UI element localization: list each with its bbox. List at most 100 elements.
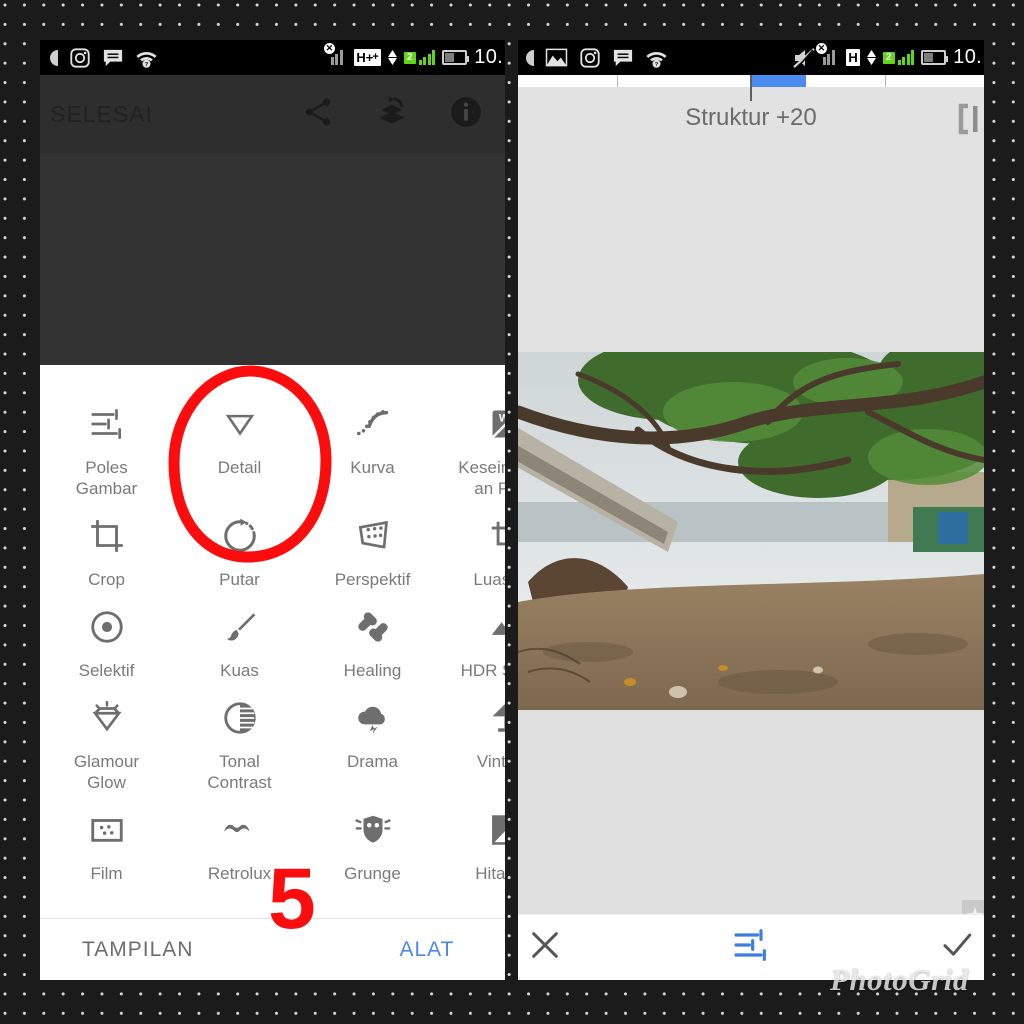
tool-perspektif[interactable]: Perspektif [306,499,439,590]
share-icon[interactable] [301,95,335,134]
photo-illustration [518,352,984,710]
tool-label: Keseimbang an Putih [458,458,505,498]
tool-healing[interactable]: Healing [306,590,439,681]
h-network-icon: H [846,49,860,66]
partial-circle-icon [526,49,534,66]
selective-icon [40,604,173,650]
data-transfer-icon [866,50,876,65]
close-x-icon[interactable] [528,928,562,967]
adjustment-title: Struktur +20 [685,104,817,131]
hdr-icon [439,604,505,650]
screenshot-panel-right: Struktur +20 ? ✕ H 2 10. [518,40,984,980]
tool-label: Glamour Glow [73,752,140,792]
instagram-icon [580,47,600,68]
wifi-question-icon: ? [646,51,667,68]
sliders-icon[interactable] [731,925,771,970]
tool-row: Selektif Kuas Healing HDR [40,590,505,681]
signal-x-icon: ✕ [323,43,348,65]
sim-slot-badge: 2 [882,51,895,64]
tool-hdr-scape[interactable]: HDR Scape [439,590,505,681]
grunge-icon [306,807,439,853]
tool-poles-gambar[interactable]: Poles Gambar [40,387,173,499]
slider-fill [750,75,806,87]
tool-label: Film [90,864,123,883]
tab-alat[interactable]: ALAT [399,938,454,962]
tool-putar[interactable]: Putar [173,499,306,590]
tool-grunge[interactable]: Grunge [306,793,439,884]
tool-kurva[interactable]: Kurva [306,387,439,499]
tool-kuas[interactable]: Kuas [173,590,306,681]
editor-background-upper [518,149,984,352]
svg-text:?: ? [145,61,149,67]
brush-icon [173,604,306,650]
tool-label: Perspektif [334,570,411,589]
tonal-contrast-icon [173,695,306,741]
network-label: H [848,50,858,65]
sim2-signal-icon [897,50,915,65]
tool-label: Crop [88,570,125,589]
tool-label: Drama [346,752,398,771]
data-transfer-icon [387,50,397,65]
healing-icon [306,604,439,650]
photo-preview [518,352,984,710]
tool-keseimbangan-putih[interactable]: W B Keseimbang an Putih [439,387,505,499]
svg-text:W: W [498,413,505,425]
tool-label: Hitam & [475,864,505,883]
wifi-question-icon: ? [136,51,157,68]
network-label: H+ [356,50,374,65]
retrolux-icon [173,807,306,853]
tool-label: Kuas [220,661,259,680]
partial-circle-icon [50,49,58,66]
tool-vintage[interactable]: Vintage [439,681,505,793]
status-bar-right-icons: ✕ H+ + 2 10. [323,43,505,69]
tool-label: Kurva [350,458,395,477]
tool-label: Grunge [344,864,401,883]
tool-selektif[interactable]: Selektif [40,590,173,681]
tool-label: HDR Scape [460,661,505,680]
done-button-label[interactable]: SELESAI [50,101,153,128]
compare-brackets-icon[interactable] [952,103,982,140]
tool-label: Luaskan [473,570,505,589]
photogrid-watermark: PhotoGrid [830,962,969,997]
tool-row: Crop Putar Perspektif Lua [40,499,505,590]
tool-drama[interactable]: Drama [306,681,439,793]
tool-luaskan[interactable]: Luaskan [439,499,505,590]
tool-label: Putar [219,570,260,589]
annotation-step-number-5: 5 [268,851,316,947]
crop-icon [40,513,173,559]
tool-film[interactable]: Film [40,793,173,884]
message-icon [613,49,633,66]
info-icon[interactable] [449,95,483,134]
tool-tonal-contrast[interactable]: Tonal Contrast [173,681,306,793]
undo-stack-icon[interactable] [375,95,409,134]
hplus-network-icon: H+ + [354,49,381,66]
sim-slot-badge: 2 [403,51,416,64]
glamour-glow-icon [40,695,173,741]
tab-tampilan[interactable]: TAMPILAN [82,938,193,962]
perspective-icon [306,513,439,559]
sliders-icon [40,401,173,447]
status-bar-left: ? ✕ H+ + 2 10. [40,40,505,75]
sim2-signal-icon [418,50,436,65]
status-bar-left-icons: ? [518,47,668,69]
tool-glamour-glow[interactable]: Glamour Glow [40,681,173,793]
tool-hitam-putih[interactable]: Hitam & [439,793,505,884]
drama-cloud-icon [306,695,439,741]
black-white-icon [439,807,505,853]
tool-grid: Poles Gambar Detail Kurva Kesei an P Cro… [40,365,505,918]
editor-preview-area-left: SELESAI [40,75,505,365]
instagram-icon [70,47,90,68]
battery-icon [921,50,949,65]
signal-x-icon: ✕ [815,43,840,65]
rotate-icon [173,513,306,559]
tool-crop[interactable]: Crop [40,499,173,590]
tool-detail[interactable]: Detail [173,387,306,499]
curve-icon [306,401,439,447]
white-balance-icon: W B [439,401,505,447]
screenshot-panel-left: ? ✕ H+ + 2 10. SELESAI Poles Gambar Deta… [40,40,505,980]
tool-label: Tonal Contrast [207,752,272,792]
tool-label: Poles Gambar [75,458,138,498]
status-clock: 10. [474,46,503,68]
mute-icon [793,47,815,69]
tool-row: Poles Gambar Detail Kurva Kesei an P [40,387,505,499]
